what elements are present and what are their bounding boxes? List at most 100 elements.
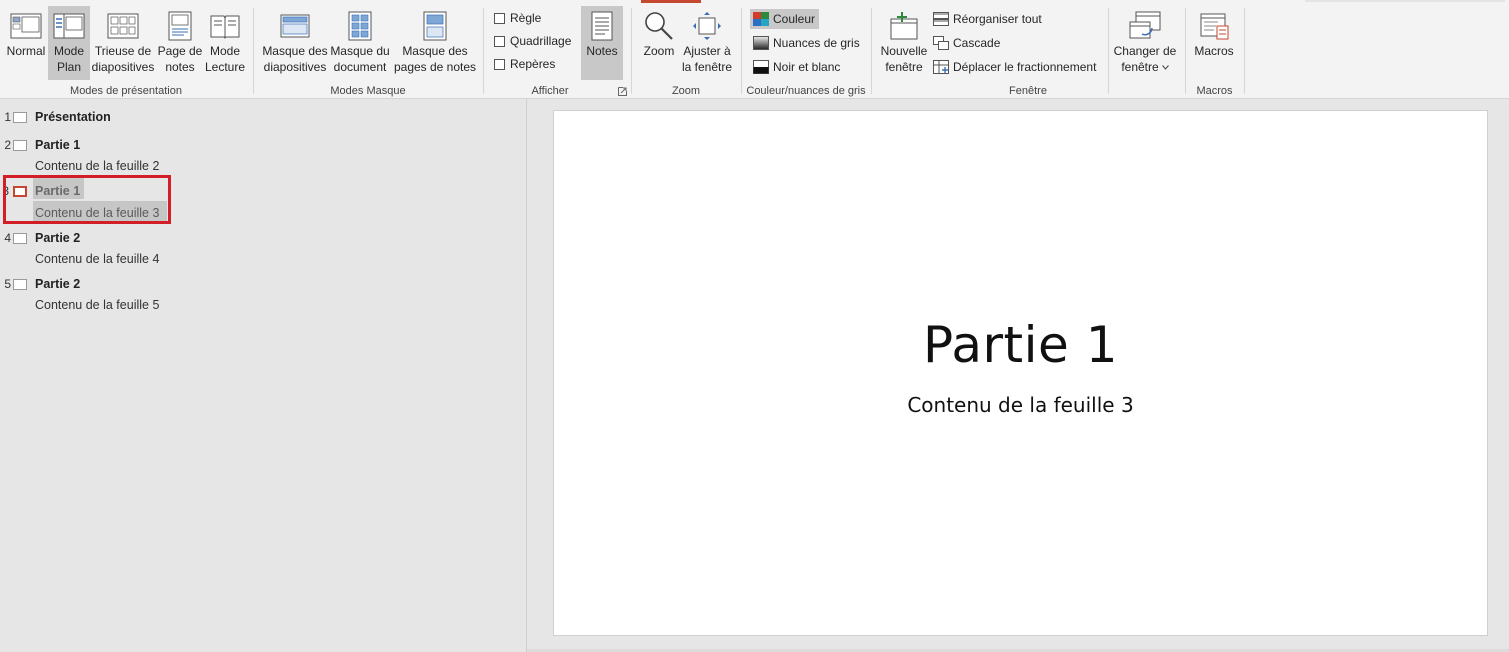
group-presentation-modes: Normal Mode Plan Trieuse de diapositives… <box>0 0 252 99</box>
handout-master-button[interactable]: Masque du document <box>328 6 392 80</box>
ribbon: Normal Mode Plan Trieuse de diapositives… <box>0 0 1509 99</box>
group-master-modes: Masque des diapositives Masque du docume… <box>254 0 482 99</box>
magnifier-icon <box>642 9 676 43</box>
group-color-grayscale: Couleur Nuances de gris Noir et blanc Co… <box>742 0 870 99</box>
switch-windows-icon <box>1128 9 1162 43</box>
outline-title-4[interactable]: Partie 2 <box>35 231 80 245</box>
notes-toggle-button[interactable]: Notes <box>581 6 623 80</box>
fit-to-window-icon <box>690 9 724 43</box>
fit-to-window-button[interactable]: Ajuster à la fenêtre <box>680 6 734 80</box>
notes-page-button[interactable]: Page de notes <box>156 6 204 80</box>
handout-master-label-2: document <box>333 60 387 74</box>
group-label-window: Fenêtre <box>1009 85 1047 97</box>
group-label-show: Afficher <box>531 85 569 97</box>
normal-view-label: Normal <box>6 44 46 58</box>
reading-view-label-2: Lecture <box>204 60 246 74</box>
slide-icon[interactable] <box>13 278 27 290</box>
guides-checkbox[interactable]: Repères <box>494 57 555 71</box>
slide-master-icon <box>278 9 312 43</box>
slide-master-label-1: Masque des <box>262 44 328 58</box>
new-window-icon <box>887 9 921 43</box>
notes-page-label-1: Page de <box>157 44 203 58</box>
gridlines-checkbox[interactable]: Quadrillage <box>494 34 571 48</box>
normal-view-button[interactable]: Normal <box>4 6 48 80</box>
ruler-checkbox-box[interactable] <box>494 12 505 24</box>
slide-sorter-button[interactable]: Trieuse de diapositives <box>91 6 155 80</box>
notes-page-icon <box>163 9 197 43</box>
notes-master-button[interactable]: Masque des pages de notes <box>394 6 476 80</box>
macros-icon <box>1197 9 1231 43</box>
group-label-presentation-modes: Modes de présentation <box>70 85 182 97</box>
reading-view-button[interactable]: Mode Lecture <box>204 6 246 80</box>
slide-subtitle[interactable]: Contenu de la feuille 3 <box>554 393 1487 417</box>
grayscale-icon <box>753 36 769 50</box>
cascade-label: Cascade <box>953 36 1001 50</box>
reading-view-icon <box>208 9 242 43</box>
guides-label: Repères <box>510 57 556 71</box>
slide-title[interactable]: Partie 1 <box>554 316 1487 374</box>
slide-master-label-2: diapositives <box>263 60 327 74</box>
notes-master-icon <box>418 9 452 43</box>
arrange-all-icon <box>933 12 949 26</box>
color-button[interactable]: Couleur <box>750 9 820 29</box>
outline-slide-4[interactable]: 4 <box>0 228 27 248</box>
gridlines-label: Quadrillage <box>510 34 572 48</box>
slide-master-button[interactable]: Masque des diapositives <box>262 6 328 80</box>
group-label-macros: Macros <box>1196 85 1233 97</box>
outline-slide-5[interactable]: 5 <box>0 274 27 294</box>
black-white-label: Noir et blanc <box>773 60 841 74</box>
dialog-launcher-icon[interactable] <box>618 87 627 96</box>
slide-number: 4 <box>4 231 11 245</box>
black-white-button[interactable]: Noir et blanc <box>750 57 844 77</box>
slide-number: 2 <box>4 138 11 152</box>
slide-sorter-label-2: diapositives <box>91 60 155 74</box>
outline-title-1[interactable]: Présentation <box>35 110 111 124</box>
outline-body-4[interactable]: Contenu de la feuille 4 <box>35 252 159 266</box>
outline-body-5[interactable]: Contenu de la feuille 5 <box>35 298 159 312</box>
fit-to-window-label-2: la fenêtre <box>681 60 733 74</box>
group-zoom: Zoom Ajuster à la fenêtre Zoom <box>632 0 740 99</box>
arrange-all-button[interactable]: Réorganiser tout <box>930 9 1046 29</box>
slide-icon[interactable] <box>13 111 27 123</box>
guides-checkbox-box[interactable] <box>494 58 505 70</box>
color-swatch-icon <box>753 12 769 26</box>
group-macros: Macros Macros <box>1186 0 1243 99</box>
reading-view-label-1: Mode <box>209 44 241 58</box>
macros-button[interactable]: Macros <box>1192 6 1236 80</box>
notes-icon <box>585 9 619 43</box>
outline-body-2[interactable]: Contenu de la feuille 2 <box>35 159 159 173</box>
cascade-icon <box>933 36 949 50</box>
new-window-button[interactable]: Nouvelle fenêtre <box>878 6 930 80</box>
outline-slide-1[interactable]: 1 <box>0 107 27 127</box>
slide-icon[interactable] <box>13 139 27 151</box>
notes-page-label-2: notes <box>165 60 195 74</box>
group-label-color-grayscale: Couleur/nuances de gris <box>746 85 866 97</box>
notes-label: Notes <box>586 44 618 58</box>
black-white-icon <box>753 60 769 74</box>
chevron-down-icon <box>1161 64 1169 70</box>
outline-slide-2[interactable]: 2 <box>0 135 27 155</box>
switch-windows-label-1: Changer de <box>1113 44 1177 58</box>
slide-canvas[interactable]: Partie 1 Contenu de la feuille 3 <box>553 110 1488 636</box>
ruler-label: Règle <box>510 11 542 25</box>
outline-view-label-2: Plan <box>56 60 82 74</box>
selection-annotation-box <box>3 175 171 224</box>
slide-number: 1 <box>4 110 11 124</box>
outline-title-2[interactable]: Partie 1 <box>35 138 80 152</box>
fit-to-window-label-1: Ajuster à <box>683 44 731 58</box>
cascade-button[interactable]: Cascade <box>930 33 1004 53</box>
grayscale-button[interactable]: Nuances de gris <box>750 33 864 53</box>
outline-view-button[interactable]: Mode Plan <box>48 6 90 80</box>
tab-strip-line <box>1305 0 1505 2</box>
new-window-label-2: fenêtre <box>885 60 923 74</box>
outline-view-label-1: Mode <box>53 44 85 58</box>
slide-icon[interactable] <box>13 232 27 244</box>
gridlines-checkbox-box[interactable] <box>494 35 505 47</box>
notes-master-label-1: Masque des <box>402 44 468 58</box>
move-split-button[interactable]: Déplacer le fractionnement <box>930 57 1100 77</box>
handout-master-label-1: Masque du <box>330 44 390 58</box>
switch-windows-button[interactable]: Changer de fenêtre <box>1112 6 1178 80</box>
zoom-button[interactable]: Zoom <box>640 6 678 80</box>
outline-title-5[interactable]: Partie 2 <box>35 277 80 291</box>
ruler-checkbox[interactable]: Règle <box>494 11 541 25</box>
